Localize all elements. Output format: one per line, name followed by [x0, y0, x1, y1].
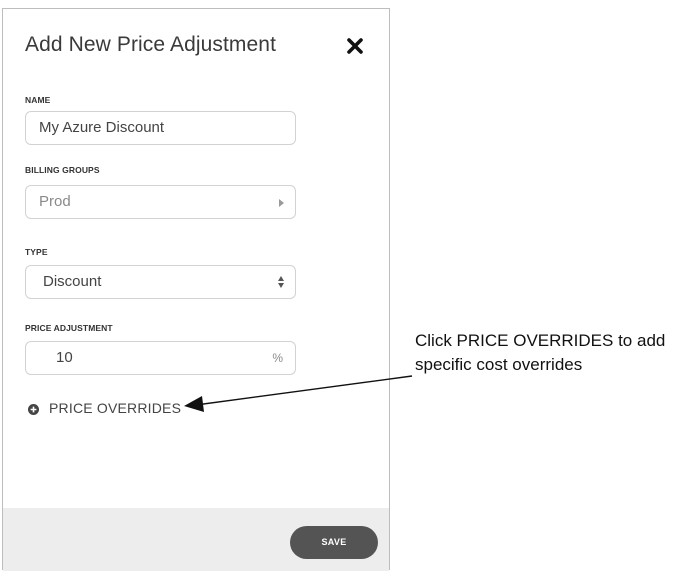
type-select[interactable]: Discount	[25, 265, 296, 299]
close-icon	[347, 38, 363, 54]
annotation-arrow	[184, 375, 413, 412]
chevron-right-icon	[279, 199, 284, 207]
percent-unit: %	[272, 351, 283, 365]
close-button[interactable]	[345, 36, 365, 56]
name-value: My Azure Discount	[39, 119, 165, 136]
billing-groups-label: BILLING GROUPS	[25, 165, 100, 175]
annotation-text: Click PRICE OVERRIDES to add specific co…	[415, 331, 666, 374]
price-adjustment-dialog: Add New Price Adjustment NAME My Azure D…	[2, 8, 390, 571]
name-label: NAME	[25, 95, 51, 105]
page: Add New Price Adjustment NAME My Azure D…	[0, 0, 681, 572]
plus-circle-icon	[28, 404, 39, 415]
name-input[interactable]: My Azure Discount	[25, 111, 296, 145]
price-overrides-label: PRICE OVERRIDES	[49, 400, 182, 416]
save-button[interactable]: SAVE	[290, 526, 378, 559]
dialog-footer: SAVE	[3, 508, 389, 571]
dialog-title: Add New Price Adjustment	[25, 33, 277, 56]
type-label: TYPE	[25, 247, 48, 257]
billing-groups-placeholder: Prod	[39, 193, 71, 210]
billing-groups-select[interactable]: Prod	[25, 185, 296, 219]
select-arrows-icon	[278, 276, 286, 289]
price-adjustment-input[interactable]: 10 %	[25, 341, 296, 375]
type-value: Discount	[43, 273, 102, 290]
price-adjustment-value: 10	[56, 349, 73, 366]
price-adjustment-label: PRICE ADJUSTMENT	[25, 323, 113, 333]
